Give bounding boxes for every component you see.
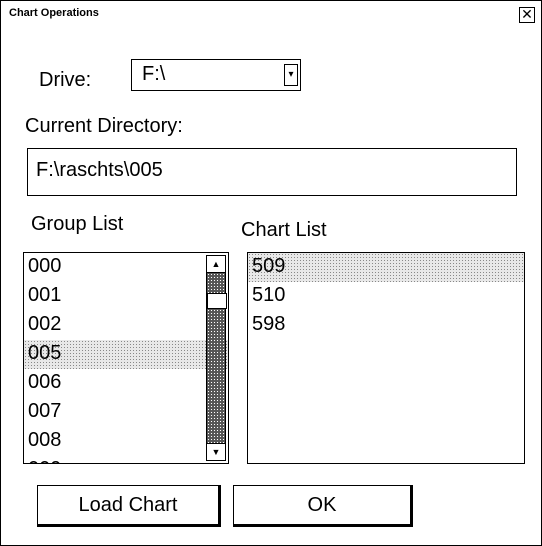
current-directory-field: F:\raschts\005: [27, 148, 517, 196]
chart-list-item[interactable]: 598: [248, 311, 524, 340]
ok-button[interactable]: OK: [233, 485, 413, 527]
group-list-item-selected[interactable]: 005: [24, 340, 228, 369]
chart-list-item-selected[interactable]: 509: [248, 253, 524, 282]
dialog-title: Chart Operations: [9, 7, 99, 19]
group-list-item[interactable]: 008: [24, 427, 228, 456]
group-list[interactable]: 000 001 002 005 006 007 008 009 ▲ ▼: [23, 252, 229, 464]
close-icon[interactable]: ✕: [519, 7, 535, 23]
scroll-down-icon[interactable]: ▼: [206, 443, 226, 461]
group-list-item[interactable]: 001: [24, 282, 228, 311]
chart-list-label: Chart List: [241, 219, 327, 241]
chevron-down-icon[interactable]: ▾: [284, 64, 298, 86]
scroll-up-icon[interactable]: ▲: [206, 255, 226, 273]
scrollbar-track[interactable]: [206, 273, 227, 443]
chart-list-item[interactable]: 510: [248, 282, 524, 311]
drive-select[interactable]: F:\ ▾: [131, 59, 301, 91]
group-list-item[interactable]: 002: [24, 311, 228, 340]
drive-label: Drive:: [39, 69, 92, 91]
drive-select-value: F:\: [142, 63, 166, 85]
current-directory-value: F:\raschts\005: [36, 159, 163, 181]
scrollbar-thumb[interactable]: [207, 293, 227, 309]
group-list-item[interactable]: 006: [24, 369, 228, 398]
chart-list[interactable]: 509 510 598: [247, 252, 525, 464]
group-list-item[interactable]: 009: [24, 456, 228, 463]
current-directory-label: Current Directory:: [25, 115, 183, 137]
group-list-scrollbar[interactable]: ▲ ▼: [206, 255, 227, 461]
group-list-item[interactable]: 000: [24, 253, 228, 282]
group-list-item[interactable]: 007: [24, 398, 228, 427]
chart-operations-dialog: Chart Operations ✕ Drive: F:\ ▾ Current …: [0, 0, 542, 546]
load-chart-button[interactable]: Load Chart: [37, 485, 221, 527]
group-list-label: Group List: [31, 213, 124, 235]
